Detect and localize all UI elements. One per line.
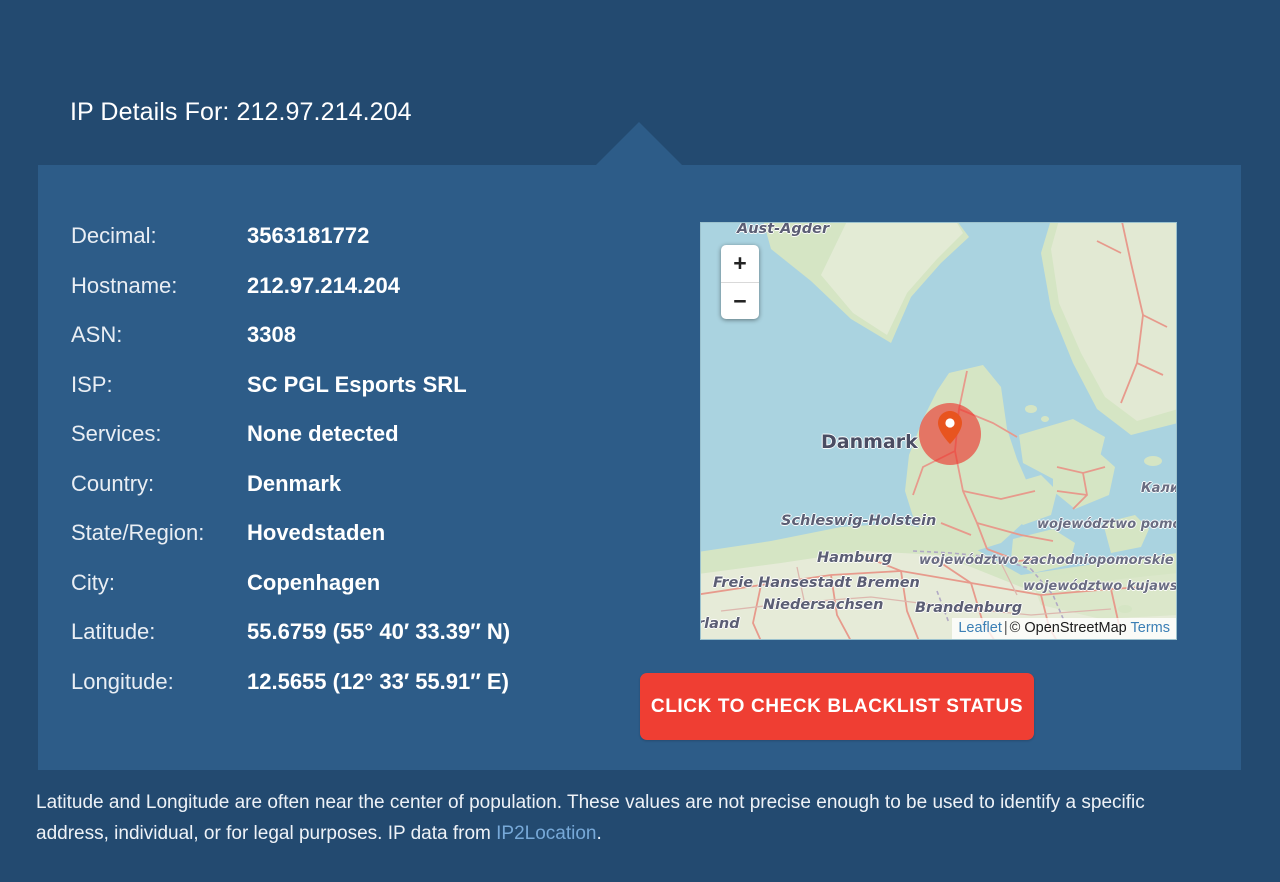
zoom-in-icon[interactable]: + bbox=[721, 245, 759, 282]
detail-value-hostname: 212.97.214.204 bbox=[247, 272, 400, 298]
map-label-aust-agder: Aust-Agder bbox=[737, 222, 830, 237]
disclaimer-text: Latitude and Longitude are often near th… bbox=[36, 787, 1196, 849]
zoom-out-icon[interactable]: − bbox=[721, 282, 759, 319]
detail-value-asn: 3308 bbox=[247, 322, 296, 347]
table-row: Decimal: 3563181772 bbox=[71, 223, 671, 273]
osm-copyright: © OpenStreetMap bbox=[1009, 620, 1127, 636]
table-row: Latitude: 55.6759 (55° 40′ 33.39″ N) bbox=[71, 619, 671, 669]
page-title-ip: 212.97.214.204 bbox=[236, 98, 412, 126]
detail-label-hostname: Hostname: bbox=[71, 272, 178, 298]
attribution-separator: | bbox=[1003, 620, 1008, 636]
detail-label-isp: ISP: bbox=[71, 371, 113, 397]
detail-value-services: None detected bbox=[247, 421, 399, 446]
detail-label-asn: ASN: bbox=[71, 322, 123, 347]
map-label-bremen: Freie Hansestadt Bremen bbox=[713, 575, 920, 591]
map-label-schleswig: Schleswig-Holstein bbox=[781, 513, 937, 529]
ip-details-panel: Decimal: 3563181772 Hostname: 212.97.214… bbox=[38, 165, 1241, 770]
map-attribution: Leaflet | © OpenStreetMap Terms bbox=[952, 618, 1176, 639]
panel-notch-arrow bbox=[596, 122, 682, 165]
table-row: Longitude: 12.5655 (12° 33′ 55.91″ E) bbox=[71, 669, 671, 719]
location-pin-icon bbox=[938, 411, 962, 444]
location-map[interactable]: .land { fill:#f4f1ea; } .green { fill:#d… bbox=[700, 222, 1177, 640]
detail-value-state-region: Hovedstaden bbox=[247, 520, 386, 545]
map-label-danmark: Danmark bbox=[821, 431, 918, 453]
detail-label-country: Country: bbox=[71, 470, 155, 496]
table-row: ASN: 3308 bbox=[71, 322, 671, 372]
table-row: Hostname: 212.97.214.204 bbox=[71, 273, 671, 323]
map-label-zachodniopomorskie: województwo zachodniopomorskie bbox=[919, 553, 1174, 568]
detail-value-city: Copenhagen bbox=[247, 569, 381, 595]
ip-details-list: Decimal: 3563181772 Hostname: 212.97.214… bbox=[71, 223, 671, 718]
map-label-rland: rland bbox=[700, 616, 740, 632]
map-label-hamburg: Hamburg bbox=[817, 550, 893, 566]
detail-label-decimal: Decimal: bbox=[71, 223, 157, 248]
page-title: IP Details For: 212.97.214.204 bbox=[70, 98, 412, 127]
table-row: City: Copenhagen bbox=[71, 570, 671, 620]
ip2location-link[interactable]: IP2Location bbox=[496, 823, 596, 844]
map-label-niedersachsen: Niedersachsen bbox=[763, 597, 884, 613]
detail-value-country: Denmark bbox=[247, 470, 342, 496]
page-title-prefix: IP Details For: bbox=[70, 98, 230, 126]
table-row: Services: None detected bbox=[71, 421, 671, 471]
map-label-kaliningrad: Кали bbox=[1141, 481, 1177, 496]
map-marker[interactable] bbox=[919, 403, 981, 465]
detail-value-isp: SC PGL Esports SRL bbox=[247, 371, 467, 397]
table-row: State/Region: Hovedstaden bbox=[71, 520, 671, 570]
detail-label-state-region: State/Region: bbox=[71, 520, 205, 545]
detail-value-longitude: 12.5655 (12° 33′ 55.91″ E) bbox=[247, 668, 509, 694]
map-zoom-controls[interactable]: + − bbox=[721, 245, 759, 319]
check-blacklist-status-button[interactable]: CLICK TO CHECK BLACKLIST STATUS bbox=[640, 673, 1034, 740]
table-row: Country: Denmark bbox=[71, 471, 671, 521]
detail-label-longitude: Longitude: bbox=[71, 668, 174, 694]
leaflet-link[interactable]: Leaflet bbox=[958, 620, 1002, 636]
detail-value-latitude: 55.6759 (55° 40′ 33.39″ N) bbox=[247, 619, 511, 644]
table-row: ISP: SC PGL Esports SRL bbox=[71, 372, 671, 422]
detail-value-decimal: 3563181772 bbox=[247, 223, 370, 248]
disclaimer-after-link: . bbox=[596, 823, 602, 844]
terms-link[interactable]: Terms bbox=[1131, 620, 1170, 636]
map-label-kujawskie: województwo kujawsk bbox=[1023, 579, 1177, 594]
detail-label-latitude: Latitude: bbox=[71, 619, 156, 644]
detail-label-services: Services: bbox=[71, 421, 162, 446]
map-label-brandenburg: Brandenburg bbox=[915, 600, 1023, 616]
detail-label-city: City: bbox=[71, 569, 115, 595]
map-label-pomorskie: województwo pomo bbox=[1037, 517, 1177, 532]
